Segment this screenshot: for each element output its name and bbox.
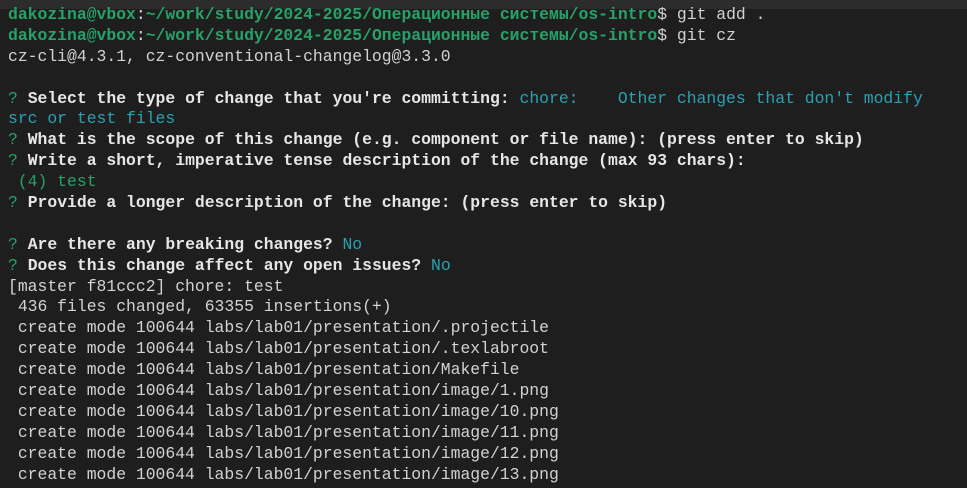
question-text: Write a short, imperative tense descript… bbox=[27, 151, 746, 171]
answer-text: No bbox=[430, 255, 451, 275]
question-mark: ? bbox=[8, 88, 18, 108]
prompt-path: ~/work/study/2024-2025/Операционные сист… bbox=[145, 25, 658, 45]
prompt-symbol: $ bbox=[657, 5, 668, 24]
answer-text: No bbox=[342, 234, 363, 254]
version-line: cz-cli@4.3.1, cz-conventional-changelog@… bbox=[8, 46, 451, 66]
created-file-line: create mode 100644 labs/lab01/presentati… bbox=[8, 360, 520, 380]
terminal-output[interactable]: dakozina@vbox:~/work/study/2024-2025/Опе… bbox=[8, 5, 923, 485]
question-text: Are there any breaking changes? bbox=[27, 234, 333, 254]
created-file-line: create mode 100644 labs/lab01/presentati… bbox=[8, 339, 549, 359]
summary-line: 436 files changed, 63355 insertions(+) bbox=[8, 297, 392, 317]
answer-text: chore: Other changes that don't modify bbox=[519, 88, 923, 108]
question-line: ? What is the scope of this change (e.g.… bbox=[8, 130, 923, 151]
question-line: ? Write a short, imperative tense descri… bbox=[8, 151, 923, 172]
question-text: What is the scope of this change (e.g. c… bbox=[27, 130, 864, 150]
question-text: Select the type of change that you're co… bbox=[27, 88, 510, 108]
created-file-line: create mode 100644 labs/lab01/presentati… bbox=[8, 318, 549, 338]
created-file-line: create mode 100644 labs/lab01/presentati… bbox=[8, 464, 559, 484]
created-file-line: create mode 100644 labs/lab01/presentati… bbox=[8, 401, 559, 421]
question-mark: ? bbox=[8, 130, 18, 150]
created-file-line: create mode 100644 labs/lab01/presentati… bbox=[8, 443, 559, 463]
question-line: ? Are there any breaking changes? No bbox=[8, 235, 923, 256]
answer-continuation: src or test files bbox=[8, 109, 176, 129]
command: git add . bbox=[676, 5, 766, 24]
question-mark: ? bbox=[8, 193, 18, 213]
command: git cz bbox=[676, 25, 736, 45]
question-mark: ? bbox=[8, 151, 18, 171]
command-line: dakozina@vbox:~/work/study/2024-2025/Опе… bbox=[8, 5, 766, 24]
question-text: Does this change affect any open issues? bbox=[27, 255, 422, 275]
prompt-path: ~/work/study/2024-2025/Операционные сист… bbox=[145, 5, 658, 24]
answer-text: (4) test bbox=[8, 172, 97, 192]
created-file-line: create mode 100644 labs/lab01/presentati… bbox=[8, 422, 559, 442]
question-mark: ? bbox=[8, 255, 18, 275]
created-file-line: create mode 100644 labs/lab01/presentati… bbox=[8, 381, 549, 401]
question-line: ? Select the type of change that you're … bbox=[8, 89, 923, 110]
prompt-user-host: dakozina@vbox bbox=[8, 25, 136, 45]
prompt-symbol: $ bbox=[657, 25, 668, 45]
prompt-user-host: dakozina@vbox bbox=[8, 5, 136, 24]
question-text: Provide a longer description of the chan… bbox=[27, 193, 668, 213]
command-line: dakozina@vbox:~/work/study/2024-2025/Опе… bbox=[8, 25, 736, 45]
question-mark: ? bbox=[8, 234, 18, 254]
question-line: ? Does this change affect any open issue… bbox=[8, 256, 923, 277]
question-line: ? Provide a longer description of the ch… bbox=[8, 193, 923, 214]
commit-line: [master f81ccc2] chore: test bbox=[8, 276, 284, 296]
